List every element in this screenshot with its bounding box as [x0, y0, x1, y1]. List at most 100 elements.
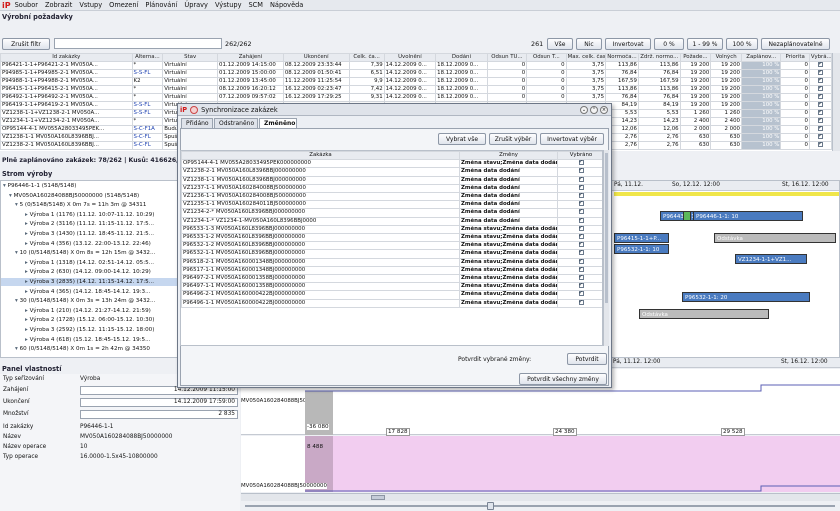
change-row[interactable]: OP95144-4-1 MV055A28033495PEK000000000 Zm… — [181, 159, 602, 169]
selected-checkbox[interactable] — [808, 125, 832, 134]
change-row[interactable]: VZ1234-2-* MV050A160L8396BBJ000000000 Změ… — [181, 208, 602, 218]
change-selected[interactable] — [557, 290, 602, 300]
selected-checkbox[interactable] — [808, 69, 832, 78]
selected-checkbox[interactable] — [808, 85, 832, 94]
checkbox[interactable] — [817, 126, 823, 131]
chart-horizontal-scrollbar[interactable] — [241, 493, 840, 501]
checkbox[interactable] — [578, 250, 584, 256]
column-header[interactable]: Celk. ča... — [348, 53, 385, 62]
gantt-bar[interactable]: Odstávka — [714, 233, 836, 243]
selected-checkbox[interactable] — [808, 77, 832, 86]
gantt-bar[interactable]: Odstávka — [639, 309, 769, 319]
change-row[interactable]: P96532-1-2 MV050A160L8396BBJ000000000 Změ… — [181, 241, 602, 251]
menu-item[interactable]: Výstupy — [215, 1, 242, 9]
checkbox[interactable] — [578, 275, 584, 280]
change-selected[interactable] — [557, 241, 602, 251]
restore-icon[interactable]: ⌃ — [590, 106, 598, 114]
minimize-icon[interactable]: ⌄ — [580, 106, 588, 114]
change-row[interactable]: VZ1235-1-1 MV050A160284011BJ500000000 Změ… — [181, 200, 602, 210]
gantt-bar[interactable]: P96532-1-1: 20 — [682, 292, 810, 302]
checkbox[interactable] — [817, 62, 823, 67]
gantt-bar[interactable]: VZ1234-1-1+VZ1... — [735, 254, 807, 264]
col-selected[interactable]: Vybráno — [557, 151, 602, 161]
checkbox[interactable] — [578, 218, 584, 223]
gantt-bar[interactable]: P96446-1-1: 10 — [693, 211, 803, 221]
column-header[interactable]: Uvolnění — [383, 53, 437, 62]
menu-item[interactable]: Vstupy — [79, 1, 102, 9]
invert-button[interactable]: Invertovat — [605, 38, 651, 50]
column-header[interactable]: Požade... — [679, 53, 712, 62]
change-selected[interactable] — [557, 183, 602, 194]
unplannable-button[interactable]: Nezaplánovatelné — [761, 38, 830, 50]
change-selected[interactable] — [557, 274, 602, 284]
column-header[interactable]: Id zakázky — [0, 53, 133, 62]
change-row[interactable]: VZ1237-1-1 MV050A160284008BJ500000000 Změ… — [181, 183, 602, 194]
checkbox[interactable] — [578, 185, 584, 190]
selected-checkbox[interactable] — [808, 133, 832, 142]
menu-item[interactable]: Soubor — [15, 1, 38, 9]
change-selected[interactable] — [557, 208, 602, 218]
column-header[interactable]: Dodání — [435, 53, 488, 62]
checkbox[interactable] — [578, 209, 584, 215]
checkbox[interactable] — [578, 160, 584, 165]
table-row[interactable]: P96415-1-1+P96415-2-1 MV050A... * Virtuáln… — [0, 85, 832, 94]
tab-removed[interactable]: Odstraněno — [214, 118, 258, 128]
checkbox[interactable] — [578, 300, 584, 305]
change-row[interactable]: VZ1234-1-* VZ1234-1-MV050A160L8396BBJ000… — [181, 216, 602, 226]
change-row[interactable]: P96533-1-2 MV050A160L8396BBJ000000000 Změ… — [181, 233, 602, 243]
prop-end-field[interactable]: 14.12.2009 17:59:00 — [80, 398, 238, 407]
checkbox[interactable] — [578, 201, 584, 206]
filter-1-99-button[interactable]: 1 - 99 % — [687, 38, 723, 50]
select-none-button[interactable]: Nic — [576, 38, 602, 50]
change-row[interactable]: P96497-2-1 MV050A160001358BJ000000000 Změ… — [181, 274, 602, 284]
change-selected[interactable] — [557, 282, 602, 292]
column-header[interactable]: Stav — [162, 53, 219, 62]
table-row[interactable]: P96492-1-1+P96492-2-1 MV050A... * Virtuáln… — [0, 93, 832, 102]
menu-item[interactable]: Zobrazit — [45, 1, 72, 9]
column-header[interactable]: Normoča... — [605, 53, 639, 62]
checkbox[interactable] — [578, 259, 584, 264]
selected-checkbox[interactable] — [808, 109, 832, 118]
checkbox[interactable] — [578, 283, 584, 288]
change-selected[interactable] — [557, 265, 602, 276]
menu-item[interactable]: SCM — [248, 1, 262, 9]
table-row[interactable]: P94985-1-1+P94985-2-1 MV050A... S-S-FL Vir… — [0, 69, 832, 78]
checkbox[interactable] — [817, 142, 823, 147]
menu-item[interactable]: Plánování — [145, 1, 177, 9]
gantt-bar[interactable] — [683, 211, 691, 221]
column-header[interactable]: Vybrá... — [808, 53, 832, 62]
column-header[interactable]: Volných — [710, 53, 742, 62]
selected-checkbox[interactable] — [808, 93, 832, 102]
change-row[interactable]: VZ1238-2-1 MV050A160L8396BBJ000000000 Změ… — [181, 167, 602, 177]
checkbox[interactable] — [817, 110, 823, 115]
change-row[interactable]: P96496-2-1 MV050A160000422BJ000000000 Změ… — [181, 290, 602, 300]
confirm-button[interactable]: Potvrdit — [567, 353, 607, 365]
checkbox[interactable] — [817, 134, 823, 139]
column-header[interactable]: Ukončení — [282, 53, 350, 62]
dialog-scrollbar[interactable] — [603, 150, 609, 346]
change-selected[interactable] — [557, 175, 602, 185]
checkbox[interactable] — [578, 234, 584, 239]
column-header[interactable]: Odsun T... — [526, 53, 567, 62]
change-selected[interactable] — [557, 192, 602, 202]
checkbox[interactable] — [817, 70, 823, 75]
column-header[interactable]: Max. celk. čas — [565, 53, 607, 62]
column-header[interactable]: Alterna... — [131, 53, 164, 62]
checkbox[interactable] — [578, 193, 584, 198]
gantt-bar[interactable]: P96532-1-1: 10 — [614, 244, 669, 254]
change-row[interactable]: P96532-1-1 MV050A160L8396BBJ000000000 Změ… — [181, 249, 602, 259]
table-scrollbar[interactable] — [832, 53, 840, 151]
change-selected[interactable] — [557, 249, 602, 259]
change-row[interactable]: P96533-1-3 MV050A160L8396BBJ000000000 Změ… — [181, 224, 602, 235]
tab-changed[interactable]: Změněno — [259, 118, 297, 128]
change-row[interactable]: P96517-1-1 MV050A160001348BJ000000000 Změ… — [181, 265, 602, 276]
selected-checkbox[interactable] — [808, 101, 832, 110]
column-header[interactable]: Priorita — [780, 53, 810, 62]
zoom-slider[interactable] — [241, 501, 840, 511]
dialog-deselect-button[interactable]: Zrušit výběr — [489, 133, 537, 145]
change-selected[interactable] — [557, 224, 602, 235]
change-selected[interactable] — [557, 233, 602, 243]
col-order[interactable]: Zakázka — [181, 151, 460, 161]
column-header[interactable]: Odsun TU... — [486, 53, 528, 62]
change-row[interactable]: P96497-1-1 MV050A160001358BJ000000000 Změ… — [181, 282, 602, 292]
